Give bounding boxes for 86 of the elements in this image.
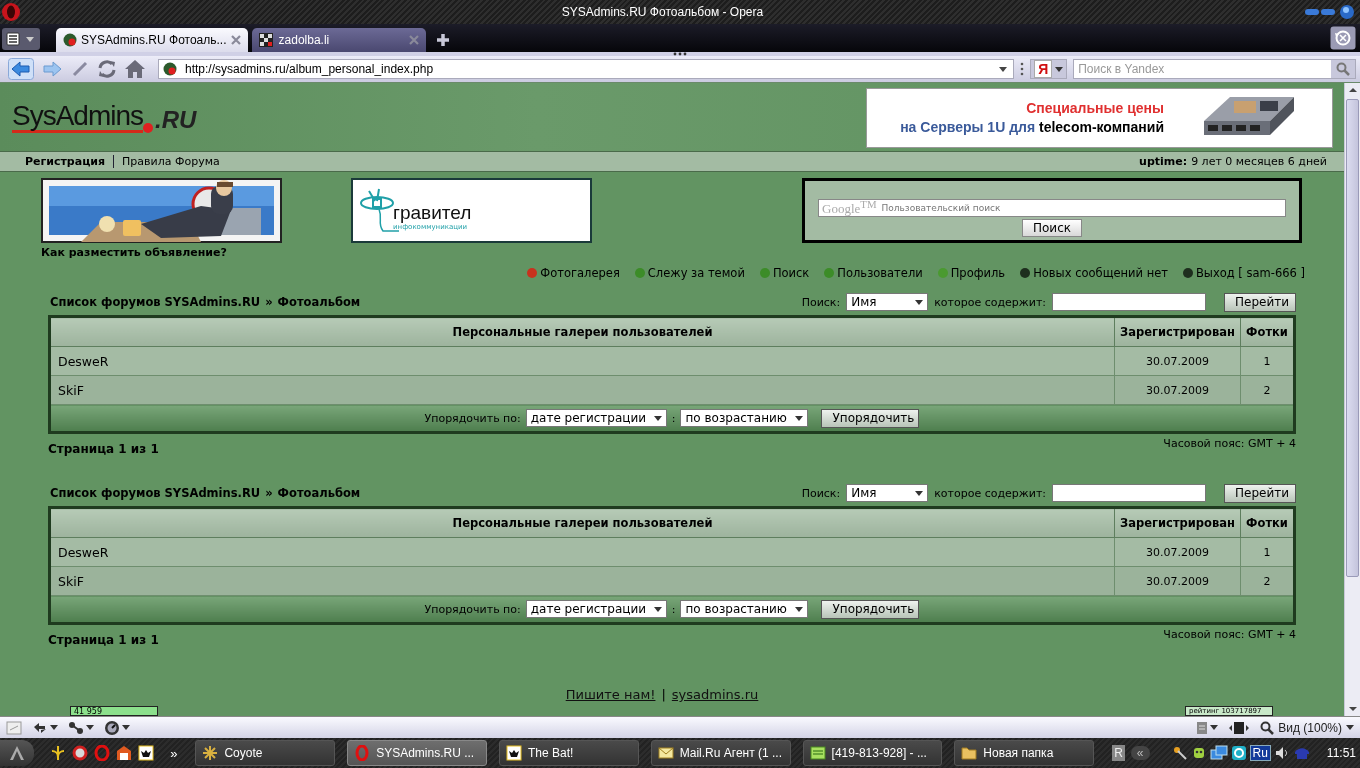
sort-label: Упорядочить по: — [424, 602, 521, 616]
separator-text: : — [671, 602, 676, 616]
ad-text: telecom-компаний — [1038, 119, 1164, 135]
column-header: Зарегистрирован — [1114, 316, 1241, 347]
search-engine-button[interactable]: Я — [1030, 59, 1068, 79]
table-cell: 2 — [1240, 375, 1295, 405]
taskbar-button[interactable]: [419-813-928] - ... — [802, 740, 943, 766]
pagination-text: Страница 1 из 1 — [48, 633, 159, 647]
address-field[interactable]: http://sysadmins.ru/album_personal_index.php — [158, 59, 1015, 79]
ad-link[interactable]: Как разместить объявление? — [0, 246, 1344, 261]
ad-banner[interactable]: Специальные цены на Серверы 1U для telecom-компаний — [866, 88, 1333, 148]
sort-button[interactable]: Упорядочить — [821, 408, 920, 428]
dropdown[interactable]: по возрастанию — [680, 409, 809, 427]
user-link[interactable]: SkiF — [49, 375, 1115, 405]
taskbar-button[interactable]: Coyote — [195, 740, 336, 766]
menu-link[interactable]: Выход [ sam-666 ] — [1195, 266, 1305, 281]
go-button[interactable]: Перейти — [1224, 483, 1296, 503]
google-logo: Google$^{TM}$ — [822, 198, 877, 218]
ad-text: на Серверы 1U для — [900, 119, 1036, 135]
menu-link[interactable]: Слежу за темой — [647, 266, 745, 281]
column-header: Фотки — [1240, 507, 1295, 538]
logo-suffix[interactable]: .RU — [155, 107, 197, 133]
clock: 11:51 — [1326, 746, 1356, 760]
uptime-text: uptime: 9 лет 0 месяцев 6 дней — [1139, 155, 1327, 169]
dropdown[interactable]: дате регистрации — [525, 409, 667, 427]
breadcrumb-link[interactable]: Фотоальбом — [277, 295, 361, 309]
taskbar-button[interactable]: SYSAdmins.RU ... — [347, 740, 487, 766]
table-cell: 30.07.2009 — [1114, 537, 1241, 567]
taskbar-button[interactable]: Mail.Ru Агент (1 ... — [650, 740, 791, 766]
nav-link[interactable]: Правила Форума — [113, 155, 228, 169]
breadcrumb-link[interactable]: Список форумов SYSAdmins.RU — [50, 295, 261, 309]
menu-link[interactable]: Пользователи — [837, 266, 923, 281]
column-header: Персональные галереи пользователей — [49, 507, 1115, 538]
search-label: Поиск: — [801, 295, 841, 309]
user-link[interactable]: DesweR — [49, 346, 1115, 376]
taskbar-button[interactable]: Новая папка — [954, 740, 1095, 766]
dropdown[interactable]: дате регистрации — [525, 600, 667, 618]
table-cell: 30.07.2009 — [1114, 566, 1241, 596]
logo-text[interactable]: SysAdmins — [12, 102, 144, 133]
user-link[interactable]: SkiF — [49, 566, 1115, 596]
table-cell: 2 — [1240, 566, 1295, 596]
table-cell: 1 — [1240, 346, 1295, 376]
menu-link[interactable]: Поиск — [772, 266, 810, 281]
breadcrumb-link[interactable]: Список форумов SYSAdmins.RU — [50, 486, 261, 500]
search-field[interactable]: Google$^{TM}$ Пользовательский поиск — [818, 198, 1286, 217]
browser-tab[interactable]: SYSAdmins.RU Фотоаль... — [56, 28, 248, 52]
window-title: SYSAdmins.RU Фотоальбом - Opera — [560, 5, 765, 19]
column-header: Фотки — [1240, 316, 1295, 347]
overflow-button[interactable]: » — [170, 745, 178, 761]
collapse-button[interactable]: « — [1130, 746, 1150, 760]
footer-link[interactable]: Пишите нам! — [565, 687, 656, 703]
menu-link[interactable]: Профиль — [950, 266, 1006, 281]
sort-label: Упорядочить по: — [424, 411, 521, 425]
footer-link[interactable]: sysadmins.ru — [671, 687, 759, 703]
brand-name: гравител — [393, 203, 472, 224]
menu-link[interactable]: Фотогалерея — [540, 266, 620, 281]
dropdown[interactable]: по возрастанию — [680, 600, 809, 618]
user-link[interactable]: DesweR — [49, 537, 1115, 567]
table-cell: 30.07.2009 — [1114, 346, 1241, 376]
taskbar-button[interactable]: The Bat! — [498, 740, 639, 766]
zoom-button[interactable]: Вид (100%) — [1260, 720, 1354, 735]
browser-tab[interactable]: zadolba.li — [251, 28, 426, 52]
breadcrumb-link[interactable]: Фотоальбом — [277, 486, 361, 500]
separator-text: : — [671, 411, 676, 425]
dropdown[interactable]: Имя — [846, 293, 929, 311]
menu-link[interactable]: Новых сообщений нет — [1033, 266, 1168, 281]
ad-headline: Специальные цены — [1026, 99, 1164, 118]
timezone-text: Часовой пояс: GMT + 4 — [1163, 627, 1296, 641]
dropdown[interactable]: Имя — [846, 484, 929, 502]
column-header: Персональные галереи пользователей — [49, 316, 1115, 347]
search-button[interactable]: Поиск — [1022, 218, 1082, 237]
table-cell: 1 — [1240, 537, 1295, 567]
table-cell: 30.07.2009 — [1114, 375, 1241, 405]
field-label: которое содержит: — [934, 486, 1046, 500]
column-header: Зарегистрирован — [1114, 507, 1241, 538]
timezone-text: Часовой пояс: GMT + 4 — [1163, 436, 1296, 450]
go-button[interactable]: Перейти — [1224, 292, 1296, 312]
language-indicator[interactable]: Ru — [1249, 745, 1271, 761]
nav-link[interactable]: Регистрация — [17, 155, 114, 169]
field-label: которое содержит: — [934, 295, 1046, 309]
search-label: Поиск: — [801, 486, 841, 500]
pagination-text: Страница 1 из 1 — [48, 442, 159, 456]
sort-button[interactable]: Упорядочить — [821, 599, 920, 619]
breadcrumb-separator: » — [265, 486, 273, 500]
breadcrumb-separator: » — [265, 295, 273, 309]
separator-text: | — [661, 687, 666, 703]
